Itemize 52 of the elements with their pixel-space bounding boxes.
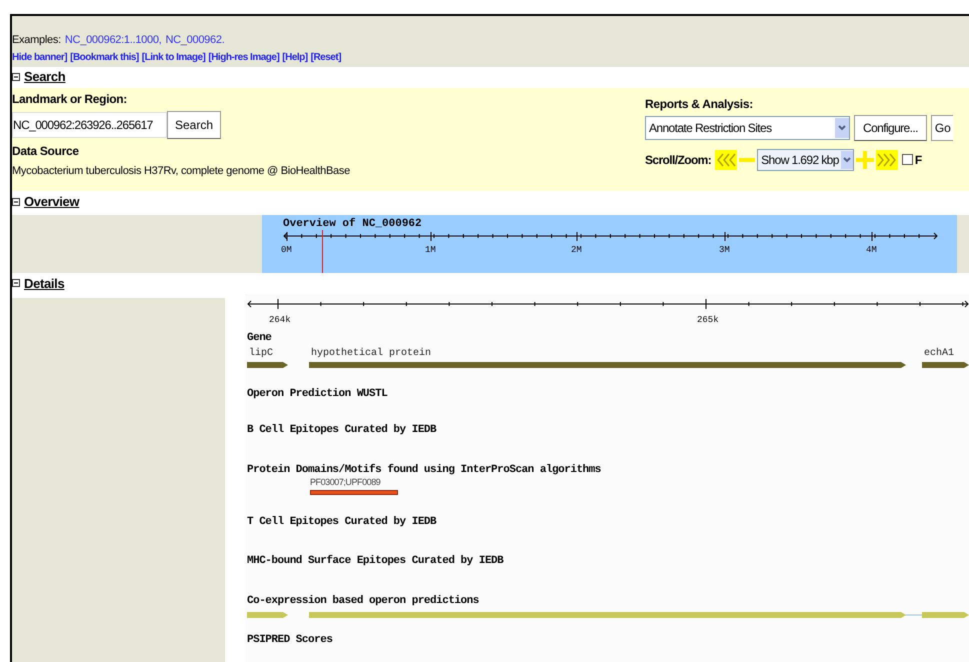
gene-label: echA1 [924, 346, 954, 362]
position-marker[interactable] [322, 230, 323, 273]
track-title: Co-expression based operon predictions [247, 594, 479, 610]
ruler-tick-label: 3M [719, 244, 730, 258]
banner-link[interactable]: [High-res Image] [208, 50, 280, 64]
go-button[interactable]: Go [930, 114, 953, 141]
data-source-label: Data Source [12, 142, 80, 160]
banner-link[interactable]: [Link to Image] [142, 50, 206, 64]
reports-label: Reports & Analysis: [645, 96, 754, 113]
section-link[interactable]: Overview [24, 192, 80, 212]
report-select[interactable]: Annotate Restriction Sites [645, 116, 850, 140]
gene-label: lipC [249, 346, 274, 362]
track-title: Gene [247, 331, 272, 346]
track-title: PSIPRED Scores [247, 633, 332, 648]
ruler-tick-label: 4M [866, 244, 877, 258]
collapse-icon[interactable] [12, 198, 20, 206]
ruler-tick-label: 1M [425, 244, 436, 258]
ruler-tick-label: 0M [281, 244, 292, 258]
banner-link[interactable]: [Reset] [310, 50, 342, 64]
track-title: MHC-bound Surface Epitopes Curated by IEDB [247, 554, 504, 570]
collapse-icon[interactable] [12, 73, 20, 82]
gene-arrow[interactable] [247, 361, 288, 370]
domain-bar[interactable] [310, 490, 398, 496]
overview-title: Overview of NC_000962 [283, 216, 422, 232]
track-title: T Cell Epitopes Curated by IEDB [247, 515, 436, 530]
examples-label: Examples: [12, 33, 61, 48]
domain-label: PF03007;UPF0089 [310, 476, 380, 490]
track-title: Operon Prediction WUSTL [247, 387, 388, 402]
landmark-label: Landmark or Region: [12, 90, 128, 108]
track-title: B Cell Epitopes Curated by IEDB [247, 423, 436, 438]
example-link[interactable]: NC_000962:1..1000, [64, 32, 162, 48]
zoom-select[interactable]: Show 1.692 kbp [757, 148, 854, 171]
ruler-tick-label: 265k [697, 314, 719, 328]
track-title: Protein Domains/Motifs found using InterProScan algorithms [247, 462, 601, 478]
ruler-tick-label: 264k [269, 314, 291, 328]
scroll-zoom-label: Scroll/Zoom: [645, 152, 712, 169]
banner-link[interactable]: [Help] [282, 50, 308, 64]
search-button[interactable]: Search [167, 110, 222, 139]
section-link[interactable]: Details [24, 274, 64, 294]
ruler-tick-label: 2M [571, 244, 582, 258]
gene-label: hypothetical protein [311, 346, 432, 362]
banner-link[interactable]: Hide banner] [12, 50, 68, 64]
landmark-input[interactable]: NC_000962:263926..265617 [12, 112, 167, 138]
example-link[interactable]: NC_000962. [165, 32, 224, 48]
configure-button[interactable]: Configure... [854, 114, 927, 141]
collapse-icon[interactable] [12, 279, 20, 288]
section-link[interactable]: Search [24, 67, 66, 87]
flip-checkbox[interactable] [902, 154, 913, 166]
flip-label: F [914, 152, 922, 169]
data-source-text: Mycobacterium tuberculosis H37Rv, complete genome @ BioHealthBase [12, 164, 350, 179]
gene-arrow[interactable] [922, 361, 969, 370]
banner-link[interactable]: [Bookmark this] [70, 50, 139, 64]
